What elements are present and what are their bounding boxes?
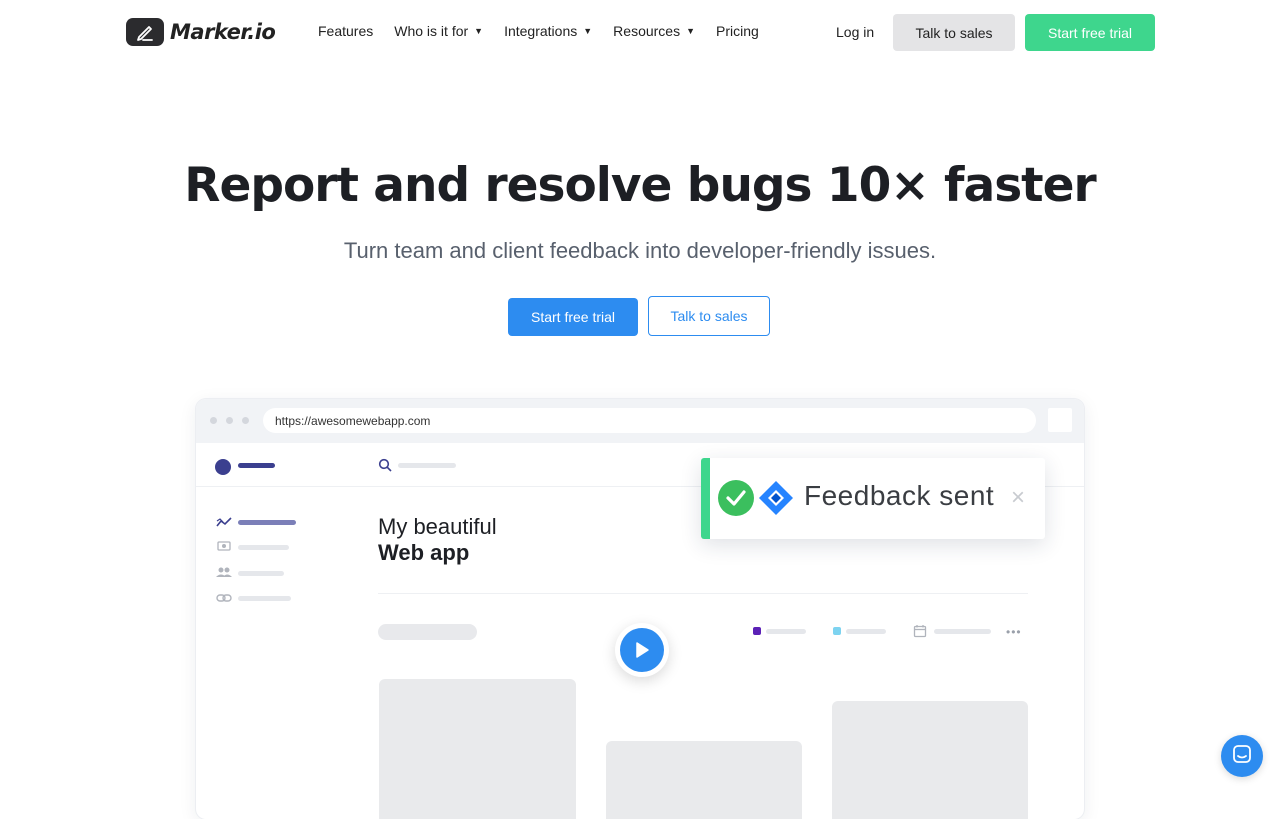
users-icon [216, 565, 232, 579]
hero-start-trial-button[interactable]: Start free trial [508, 298, 638, 336]
caret-down-icon: ▼ [583, 26, 593, 36]
nav-item-integrations[interactable]: Integrations ▼ [504, 23, 592, 39]
sidebar-item-placeholder [238, 596, 291, 601]
start-free-trial-button[interactable]: Start free trial [1025, 14, 1155, 51]
legend-placeholder [846, 629, 886, 634]
content-card-placeholder [606, 741, 802, 819]
more-options-icon: ••• [1006, 625, 1022, 639]
feedback-sent-toast: Feedback sent × [701, 458, 1045, 539]
nav-item-label: Pricing [716, 23, 759, 39]
content-card-placeholder [832, 701, 1028, 819]
legend-placeholder [766, 629, 806, 634]
divider [378, 593, 1028, 594]
brand-name: Marker.io [170, 20, 276, 44]
address-bar: https://awesomewebapp.com [263, 408, 1036, 433]
app-name-placeholder [238, 463, 275, 468]
checkmark-icon [718, 480, 754, 516]
window-dot [226, 417, 233, 424]
nav-item-resources[interactable]: Resources ▼ [613, 23, 695, 39]
hero-title: Report and resolve bugs 10× faster [184, 158, 1096, 213]
sidebar-item-placeholder [238, 520, 296, 525]
hero-subtitle: Turn team and client feedback into devel… [343, 238, 937, 263]
legend-swatch [753, 627, 761, 635]
pen-icon [126, 18, 164, 46]
address-bar-url: https://awesomewebapp.com [275, 413, 431, 428]
app-avatar [215, 459, 231, 475]
browser-extension-button [1048, 408, 1072, 432]
money-icon [216, 540, 232, 554]
search-placeholder [398, 463, 456, 468]
jira-icon [758, 480, 794, 516]
window-dot [242, 417, 249, 424]
link-icon [216, 591, 232, 605]
talk-to-sales-button[interactable]: Talk to sales [893, 14, 1015, 51]
sidebar-item-placeholder [238, 545, 289, 550]
login-link[interactable]: Log in [836, 24, 874, 40]
caret-down-icon: ▼ [686, 26, 696, 36]
search-icon [378, 458, 392, 477]
content-card-placeholder [379, 679, 576, 819]
date-placeholder [934, 629, 991, 634]
play-video-button[interactable] [615, 623, 669, 677]
browser-toolbar: https://awesomewebapp.com [196, 399, 1084, 443]
content-placeholder-pill [378, 624, 477, 640]
mockup-heading-line2: Web app [378, 540, 470, 565]
caret-down-icon: ▼ [474, 26, 484, 36]
calendar-icon [913, 624, 927, 643]
window-dot [210, 417, 217, 424]
chat-icon [1232, 744, 1252, 769]
legend-swatch [833, 627, 841, 635]
nav-menu: Features Who is it for ▼ Integrations ▼ … [318, 23, 780, 39]
chat-launcher-button[interactable] [1221, 735, 1263, 777]
nav-item-pricing[interactable]: Pricing [716, 23, 759, 39]
trend-icon [216, 515, 232, 529]
toast-message: Feedback sent [804, 480, 995, 511]
top-navigation: Marker.io Features Who is it for ▼ Integ… [0, 0, 1280, 66]
nav-item-label: Who is it for [394, 23, 469, 39]
play-icon [620, 628, 664, 672]
mockup-heading-line1: My beautiful [378, 514, 497, 539]
nav-item-label: Resources [613, 23, 681, 39]
nav-item-who-is-it-for[interactable]: Who is it for ▼ [394, 23, 483, 39]
nav-item-features[interactable]: Features [318, 23, 373, 39]
close-icon[interactable]: × [1011, 484, 1025, 512]
nav-item-label: Features [318, 23, 374, 39]
brand-logo[interactable]: Marker.io [126, 18, 276, 46]
toast-accent-bar [701, 458, 710, 539]
nav-item-label: Integrations [504, 23, 578, 39]
sidebar-item-placeholder [238, 571, 284, 576]
hero-talk-to-sales-button[interactable]: Talk to sales [648, 296, 770, 336]
